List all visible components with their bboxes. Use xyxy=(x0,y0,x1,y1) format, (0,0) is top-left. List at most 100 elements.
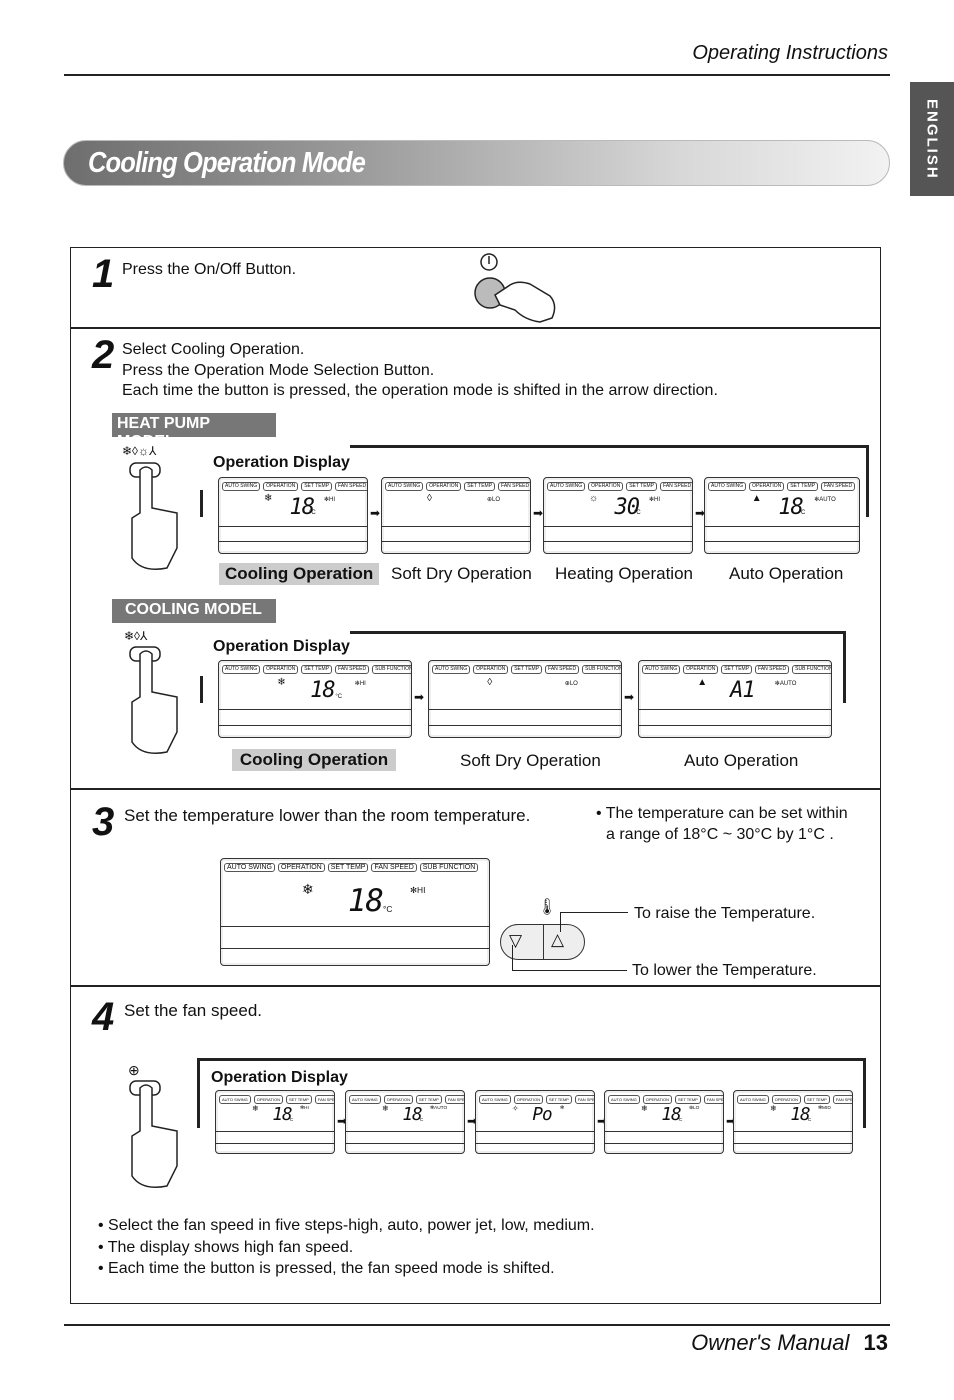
lcd-display: AUTO SWING OPERATION SET TEMP FAN SPEED ▲ 18 °… xyxy=(704,477,860,554)
mode-label-auto: Auto Operation xyxy=(729,564,844,583)
lcd-label: FAN SPEED xyxy=(545,665,580,674)
lcd-divider xyxy=(544,525,692,527)
note-line: a range of 18°C ~ 30°C by 1°C . xyxy=(606,826,834,843)
temperature-readout: A1 xyxy=(730,678,755,704)
lcd-divider xyxy=(219,525,367,527)
temperature-unit: °C xyxy=(634,510,641,517)
lcd-label: FAN SPEED xyxy=(498,482,530,491)
lcd-divider xyxy=(346,1143,464,1145)
fan-speed-indicator: ⊕LO xyxy=(689,1106,700,1112)
mode-icon: ✧ xyxy=(512,1103,519,1113)
mode-icon: ◊ xyxy=(487,676,493,688)
lcd-labels: AUTO SWING OPERATION SET TEMP FAN SPEED SUB … xyxy=(224,863,486,872)
lcd-label: OPERATION xyxy=(263,665,299,674)
temperature-readout: 18 xyxy=(310,678,335,704)
fan-speed-indicator: ✻ xyxy=(560,1106,565,1112)
lcd-divider xyxy=(346,1130,464,1132)
lcd-labels: AUTO SWING OPERATION SET TEMP FAN SPEED SUB … xyxy=(432,665,621,674)
fan-button-hand-icon[interactable] xyxy=(122,1076,187,1196)
lcd-divider xyxy=(221,925,489,927)
lcd-labels: AUTO SWINGOPERATIONSET TEMPFAN SPEED xyxy=(708,482,856,491)
next-arrow-icon: ➡ xyxy=(533,506,544,521)
lcd-label: SUB FUNCTION xyxy=(582,665,621,674)
step-number: 4 xyxy=(92,995,114,1039)
lcd-labels: AUTO SWINGOPERATIONSET TEMPFAN SPEED xyxy=(385,482,530,491)
lcd-divider xyxy=(382,525,530,527)
temperature-up-button[interactable]: △ xyxy=(551,930,564,950)
step-text: Set the fan speed. xyxy=(124,1001,262,1020)
lcd-labels: AUTO SWINGOPERATIONSET TEMPFAN SPEED xyxy=(349,1095,464,1104)
footer-rule xyxy=(64,1324,890,1326)
lcd-display: AUTO SWING OPERATION SET TEMP FAN SPEED SUB … xyxy=(428,660,622,738)
raise-label: To raise the Temperature. xyxy=(634,905,816,922)
operation-display-label: Operation Display xyxy=(213,454,350,471)
lcd-label: OPERATION xyxy=(253,1095,283,1104)
lcd-labels: AUTO SWINGOPERATIONSET TEMPFAN SPEED xyxy=(479,1095,594,1104)
note-line: • The temperature can be set within xyxy=(596,805,848,822)
lcd-display: AUTO SWINGOPERATIONSET TEMPFAN SPEED✧ Po ✻ xyxy=(475,1090,595,1154)
leader-line xyxy=(560,912,628,913)
lcd-display: AUTO SWING OPERATION SET TEMP FAN SPEED ☼ 30 °… xyxy=(543,477,693,554)
operation-display-label: Operation Display xyxy=(213,638,350,655)
lcd-label: SET TEMP xyxy=(511,665,543,674)
temperature-unit: °C xyxy=(418,1117,424,1123)
lcd-label: FAN SPEED xyxy=(703,1095,723,1104)
mode-icon: ◊ xyxy=(427,493,432,505)
fan-speed-indicator: ✻HI xyxy=(649,497,661,504)
mode-button-hand-icon[interactable] xyxy=(122,458,187,578)
fan-speed-indicator: ✻AUTO xyxy=(430,1106,448,1112)
thermometer-icon: 🌡 xyxy=(537,899,558,916)
lcd-divider xyxy=(639,709,831,711)
lcd-divider xyxy=(544,541,692,543)
lcd-label: OPERATION xyxy=(683,665,719,674)
temperature-readout: 18 xyxy=(347,882,384,919)
lcd-label: FAN SPEED xyxy=(444,1095,464,1104)
step-number: 3 xyxy=(92,800,114,844)
language-tab[interactable]: ENGLISH xyxy=(910,82,954,196)
step-text: Set the temperature lower than the room … xyxy=(124,806,531,825)
lcd-divider xyxy=(734,1130,852,1132)
lcd-label: OPERATION xyxy=(642,1095,672,1104)
mode-icon: ❄ xyxy=(770,1103,777,1113)
divider xyxy=(70,788,881,790)
footer: Owner's Manual 13 xyxy=(691,1330,888,1356)
lcd-label: SET TEMP xyxy=(327,863,369,872)
temperature-unit: °C xyxy=(288,1117,294,1123)
lcd-divider xyxy=(605,1130,723,1132)
lcd-label: FAN SPEED xyxy=(755,665,790,674)
mode-button-hand-icon[interactable] xyxy=(122,642,187,762)
lcd-label: SET TEMP xyxy=(803,1095,830,1104)
lcd-label: AUTO SWING xyxy=(737,1095,769,1104)
lcd-display: AUTO SWINGOPERATIONSET TEMPFAN SPEED❄18°… xyxy=(604,1090,724,1154)
temperature-unit: °C xyxy=(309,510,316,517)
mode-label-soft-dry: Soft Dry Operation xyxy=(391,564,532,583)
frame-left xyxy=(200,490,203,517)
lcd-label: OPERATION xyxy=(473,665,509,674)
fan-speed-indicator: ✻HI xyxy=(300,1106,309,1112)
footer-manual: Owner's Manual xyxy=(691,1330,850,1355)
next-arrow-icon: ➡ xyxy=(624,689,635,704)
lcd-label: AUTO SWING xyxy=(222,482,261,491)
lcd-divider xyxy=(219,709,411,711)
lcd-label: AUTO SWING xyxy=(349,1095,381,1104)
temperature-readout: Po xyxy=(532,1105,552,1126)
lcd-label: AUTO SWING xyxy=(385,482,424,491)
lcd-labels: AUTO SWINGOPERATIONSET TEMPFAN SPEED xyxy=(547,482,692,491)
mode-icon: ▲ xyxy=(751,493,762,505)
lcd-display: AUTO SWING OPERATION SET TEMP FAN SPEED ◊ ⊕LO xyxy=(381,477,531,554)
power-button-hand-icon xyxy=(474,253,556,323)
temperature-down-button[interactable]: ▽ xyxy=(509,931,522,951)
lcd-label: FAN SPEED xyxy=(832,1095,852,1104)
lcd-label: AUTO SWING xyxy=(432,665,471,674)
fan-speed-indicator: ✻HI xyxy=(410,884,426,895)
mode-label-soft-dry: Soft Dry Operation xyxy=(460,751,601,770)
lcd-label: OPERATION xyxy=(383,1095,413,1104)
lcd-divider xyxy=(216,1143,334,1145)
frame-left xyxy=(197,1058,200,1128)
mode-icon: ❄ xyxy=(641,1103,648,1113)
lcd-divider xyxy=(476,1130,594,1132)
mode-icon: ❄ xyxy=(252,1103,259,1113)
lcd-display: AUTO SWINGOPERATIONSET TEMPFAN SPEED❄18°… xyxy=(218,477,368,554)
lcd-divider xyxy=(219,541,367,543)
step-text: Press the On/Off Button. xyxy=(122,261,297,278)
